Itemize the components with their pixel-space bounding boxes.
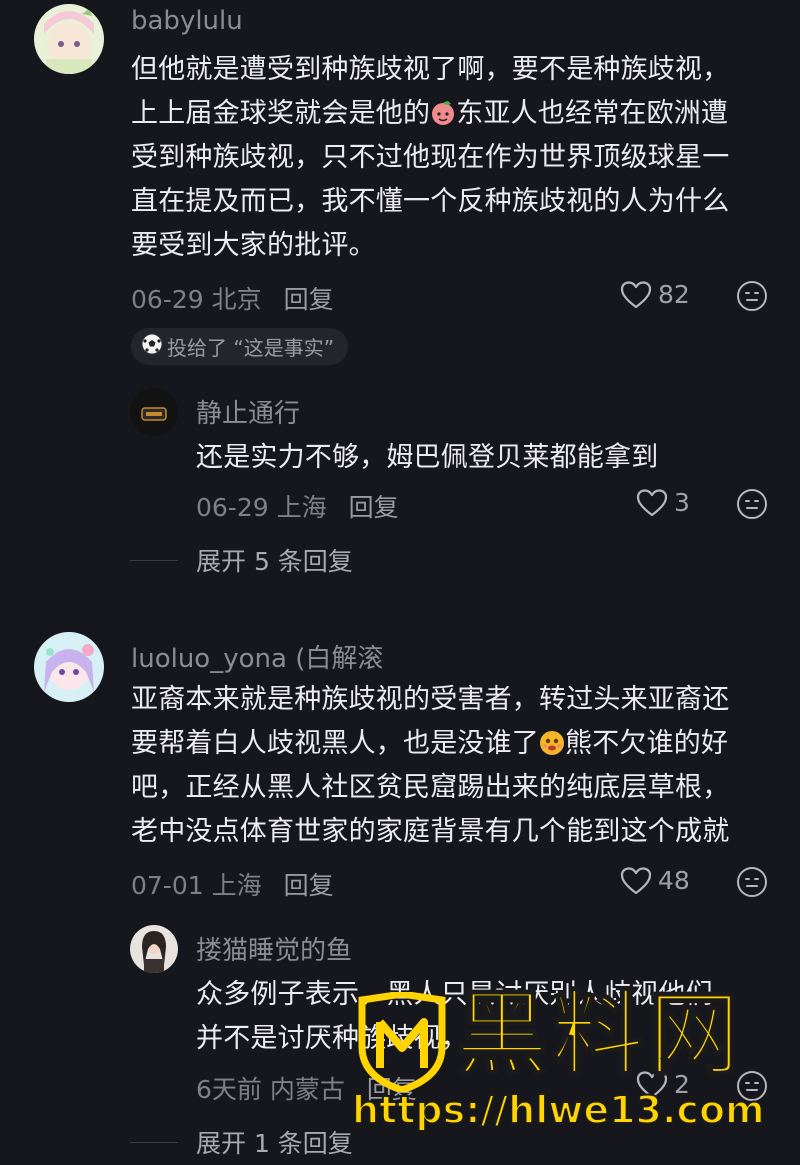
- heart-icon: [620, 866, 652, 895]
- avatar[interactable]: [130, 925, 178, 973]
- reply-text: 还是实力不够，姆巴佩登贝莱都能拿到: [196, 442, 659, 473]
- avatar[interactable]: [34, 4, 104, 74]
- like-count: 3: [674, 488, 690, 517]
- expand-replies-button[interactable]: 展开 1 条回复: [130, 1124, 353, 1160]
- comment-text-line: 直在提及而已，我不懂一个反种族歧视的人为什么: [131, 186, 730, 217]
- avatar[interactable]: [34, 632, 104, 702]
- reply-button[interactable]: 回复: [349, 488, 399, 524]
- comment-text-segment: 上上届金球奖就会是他的: [131, 98, 431, 129]
- watermark-logo-icon: [352, 990, 452, 1096]
- expand-replies-button[interactable]: 展开 5 条回复: [130, 542, 353, 578]
- comment-meta: 06-29 北京 回复: [131, 280, 334, 316]
- reply-meta: 06-29 上海 回复: [196, 488, 399, 524]
- avatar[interactable]: [130, 388, 178, 436]
- like-count: 48: [658, 866, 690, 895]
- watermark-url: https://hlwe13.com: [351, 1087, 766, 1133]
- reply-date-location: 06-29 上海: [196, 493, 327, 522]
- reply-username[interactable]: 搂猫睡觉的鱼: [196, 930, 352, 967]
- smiling-face-emoji-icon: [539, 726, 565, 755]
- heart-icon: [636, 488, 668, 517]
- comment-text-line: 但他就是遭受到种族歧视了啊，要不是种族歧视，: [131, 54, 730, 85]
- vote-tag[interactable]: 投给了 “这是事实”: [131, 328, 349, 365]
- comment-text-segment: 东亚人也经常在欧洲遭: [456, 98, 729, 129]
- comment-text-line: 受到种族歧视，只不过他现在作为世界顶级球星一: [131, 142, 730, 173]
- comment-username[interactable]: babylulu: [131, 6, 243, 36]
- vote-tag-label: 投给了 “这是事实”: [167, 336, 335, 360]
- reply-button[interactable]: 回复: [284, 280, 334, 316]
- divider: [130, 559, 178, 561]
- emoji-face-icon[interactable]: [736, 866, 768, 898]
- expand-replies-label: 展开 5 条回复: [196, 547, 353, 576]
- comment-text-line: 要帮着白人歧视黑人，也是没谁了 熊不欠谁的好: [131, 722, 771, 766]
- reply-button[interactable]: 回复: [284, 866, 334, 902]
- expand-replies-label: 展开 1 条回复: [196, 1129, 353, 1158]
- comment-text-line: 吧，正经从黑人社区贫民窟踢出来的纯底层草根，: [131, 772, 730, 803]
- divider: [130, 1141, 178, 1143]
- like-button[interactable]: 48: [620, 866, 690, 895]
- like-count: 82: [658, 280, 690, 309]
- soccer-ball-icon: [141, 333, 163, 360]
- comment-date-location: 07-01 上海: [131, 871, 262, 900]
- comment-text-line: 亚裔本来就是种族歧视的受害者，转过头来亚裔还: [131, 684, 730, 715]
- comment-text-line: 上上届金球奖就会是他的 东亚人也经常在欧洲遭: [131, 92, 771, 136]
- emoji-face-icon[interactable]: [736, 280, 768, 312]
- reply-date-location: 6天前 内蒙古: [196, 1075, 345, 1104]
- like-button[interactable]: 3: [636, 488, 690, 517]
- comment-meta: 07-01 上海 回复: [131, 866, 334, 902]
- emoji-face-icon[interactable]: [736, 488, 768, 520]
- comment-text-segment: 要帮着白人歧视黑人，也是没谁了: [131, 728, 539, 759]
- heart-icon: [620, 280, 652, 309]
- comment-date-location: 06-29 北京: [131, 285, 262, 314]
- comment-text-segment: 熊不欠谁的好: [565, 728, 729, 759]
- comment-text: 亚裔本来就是种族歧视的受害者，转过头来亚裔还 要帮着白人歧视黑人，也是没谁了 熊不…: [131, 678, 771, 854]
- comment-username[interactable]: luoluo_yona (白解滚: [131, 638, 383, 675]
- comment-text-line: 老中没点体育世家的家庭背景有几个能到这个成就: [131, 816, 730, 847]
- watermark-brand: 黑料网: [455, 981, 745, 1088]
- like-button[interactable]: 82: [620, 280, 690, 309]
- comment-text-line: 要受到大家的批评。: [131, 230, 376, 261]
- reply-username[interactable]: 静止通行: [196, 393, 300, 430]
- peach-emoji-icon: [430, 96, 456, 125]
- comment-text: 但他就是遭受到种族歧视了啊，要不是种族歧视， 上上届金球奖就会是他的 东亚人也经常…: [131, 48, 771, 268]
